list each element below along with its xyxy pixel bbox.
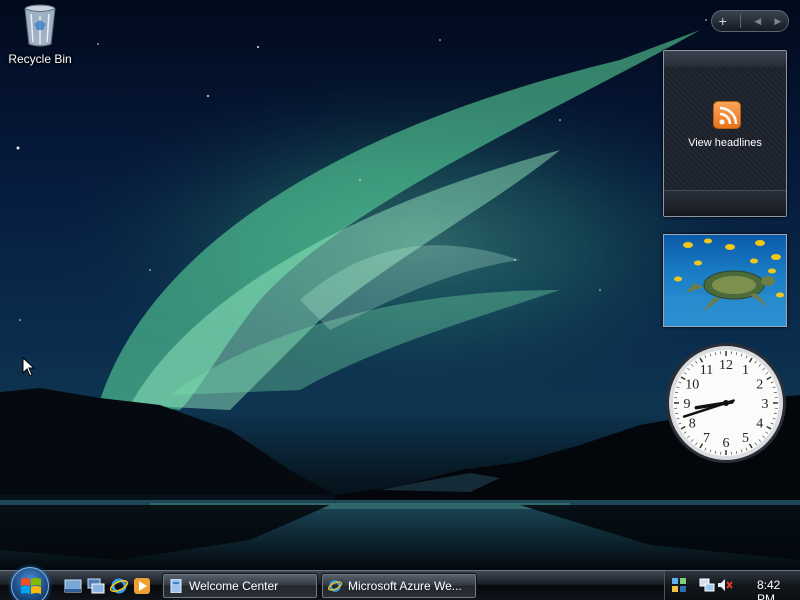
gadget-footer [664, 190, 786, 216]
feed-headlines-gadget[interactable]: View headlines [663, 50, 787, 217]
taskbar-clock[interactable]: 8:42 PM [757, 578, 800, 600]
show-desktop-icon[interactable] [64, 577, 82, 595]
clock-number: 4 [756, 417, 763, 432]
clock-number: 1 [742, 363, 749, 378]
rss-feed-icon [713, 101, 741, 129]
mouse-pointer-icon [22, 357, 36, 377]
gadget-header [664, 51, 786, 67]
app-tray-icon[interactable] [671, 577, 687, 593]
clock-number: 11 [700, 363, 713, 378]
clock-number: 12 [719, 358, 733, 373]
clock-number: 10 [685, 378, 699, 393]
sidebar-next-button[interactable]: ▶ [774, 16, 781, 27]
sidebar-controls: + ◀ ▶ [711, 10, 789, 32]
start-button[interactable] [11, 567, 49, 600]
clock-number: 9 [684, 397, 691, 412]
recycle-bin-label: Recycle Bin [8, 52, 72, 66]
taskbar-button-welcome-center[interactable]: Welcome Center [162, 573, 318, 599]
clock-number: 7 [703, 431, 710, 446]
recycle-bin-shortcut[interactable]: Recycle Bin [4, 2, 76, 66]
taskbar-button-label: Microsoft Azure We... [348, 579, 462, 593]
welcome-center-icon [170, 579, 182, 593]
switch-windows-icon[interactable] [87, 577, 105, 595]
clock-number: 2 [756, 378, 763, 393]
add-gadget-button[interactable]: + [719, 13, 727, 29]
clock-number: 6 [723, 436, 730, 451]
clock-gadget[interactable]: 12 12 3 45678 9 1011 [665, 342, 787, 464]
slideshow-photo [664, 238, 786, 326]
taskbar-button-label: Welcome Center [189, 579, 279, 593]
clock-number: 3 [762, 397, 769, 412]
media-player-icon[interactable] [133, 577, 151, 595]
volume-muted-icon[interactable] [717, 577, 733, 593]
taskbar: Welcome Center Microsoft Azure We... 8:4… [0, 567, 800, 600]
windows-logo-icon [21, 578, 41, 594]
clock-center [723, 400, 729, 406]
network-icon[interactable] [699, 577, 715, 593]
recycle-bin-icon [24, 4, 56, 47]
notification-area: 8:42 PM [664, 571, 800, 600]
taskbar-button-azure[interactable]: Microsoft Azure We... [321, 573, 477, 599]
sidebar-prev-button[interactable]: ◀ [754, 16, 761, 27]
desktop[interactable]: Recycle Bin + ◀ ▶ View headlines 12 1 2 … [0, 0, 800, 570]
clock-number: 8 [689, 417, 696, 432]
clock-number: 5 [742, 431, 749, 446]
view-headlines-link[interactable]: View headlines [664, 137, 786, 149]
internet-explorer-icon [328, 580, 342, 592]
sidebar-separator [740, 14, 742, 28]
slideshow-gadget[interactable] [663, 234, 787, 327]
internet-explorer-icon[interactable] [110, 577, 128, 595]
